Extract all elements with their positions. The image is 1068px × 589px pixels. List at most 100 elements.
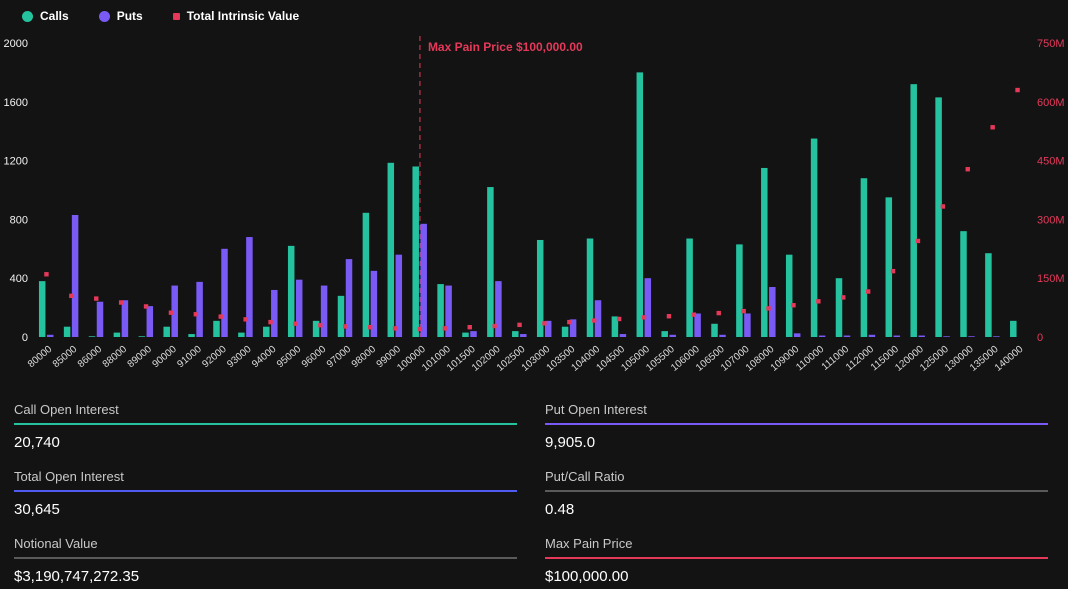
- put-bar[interactable]: [918, 336, 925, 337]
- put-bar[interactable]: [669, 335, 676, 337]
- put-bar[interactable]: [894, 336, 901, 337]
- call-bar[interactable]: [188, 334, 195, 337]
- call-bar[interactable]: [163, 327, 170, 337]
- legend-item-total-intrinsic-value[interactable]: Total Intrinsic Value: [173, 9, 299, 23]
- call-bar[interactable]: [512, 331, 519, 337]
- call-bar[interactable]: [462, 333, 469, 337]
- put-bar[interactable]: [122, 300, 128, 337]
- call-bar[interactable]: [985, 253, 992, 337]
- call-bar[interactable]: [39, 281, 46, 337]
- total-intrinsic-value-marker[interactable]: [517, 323, 521, 327]
- total-intrinsic-value-marker[interactable]: [69, 294, 73, 298]
- legend-item-puts[interactable]: Puts: [99, 9, 143, 23]
- put-bar[interactable]: [794, 333, 801, 337]
- total-intrinsic-value-marker[interactable]: [741, 309, 745, 313]
- total-intrinsic-value-marker[interactable]: [268, 320, 272, 324]
- put-bar[interactable]: [296, 280, 303, 337]
- call-bar[interactable]: [263, 327, 270, 337]
- total-intrinsic-value-marker[interactable]: [144, 304, 148, 308]
- total-intrinsic-value-marker[interactable]: [717, 311, 721, 315]
- call-bar[interactable]: [487, 187, 494, 337]
- put-bar[interactable]: [321, 286, 328, 337]
- call-bar[interactable]: [637, 72, 644, 337]
- put-bar[interactable]: [869, 335, 876, 337]
- put-bar[interactable]: [744, 313, 751, 337]
- total-intrinsic-value-marker[interactable]: [194, 312, 198, 316]
- total-intrinsic-value-marker[interactable]: [766, 306, 770, 310]
- put-bar[interactable]: [520, 334, 527, 337]
- call-bar[interactable]: [886, 197, 893, 337]
- total-intrinsic-value-marker[interactable]: [343, 324, 347, 328]
- total-intrinsic-value-marker[interactable]: [667, 314, 671, 318]
- call-bar[interactable]: [114, 333, 121, 337]
- call-bar[interactable]: [338, 296, 345, 337]
- put-bar[interactable]: [495, 281, 502, 337]
- total-intrinsic-value-marker[interactable]: [642, 315, 646, 319]
- call-bar[interactable]: [363, 213, 370, 337]
- call-bar[interactable]: [412, 166, 419, 337]
- total-intrinsic-value-marker[interactable]: [692, 312, 696, 316]
- call-bar[interactable]: [811, 139, 818, 337]
- options-oi-chart[interactable]: 04008001200160020000150M300M450M600M750M…: [0, 0, 1068, 388]
- total-intrinsic-value-marker[interactable]: [368, 325, 372, 329]
- total-intrinsic-value-marker[interactable]: [492, 324, 496, 328]
- total-intrinsic-value-marker[interactable]: [916, 239, 920, 243]
- call-bar[interactable]: [213, 321, 220, 337]
- put-bar[interactable]: [420, 224, 427, 337]
- put-bar[interactable]: [271, 290, 278, 337]
- put-bar[interactable]: [221, 249, 228, 337]
- total-intrinsic-value-marker[interactable]: [119, 300, 123, 304]
- total-intrinsic-value-marker[interactable]: [966, 167, 970, 171]
- call-bar[interactable]: [910, 84, 917, 337]
- call-bar[interactable]: [1010, 321, 1017, 337]
- put-bar[interactable]: [769, 287, 776, 337]
- total-intrinsic-value-marker[interactable]: [443, 326, 447, 330]
- call-bar[interactable]: [562, 327, 569, 337]
- total-intrinsic-value-marker[interactable]: [841, 295, 845, 299]
- total-intrinsic-value-marker[interactable]: [318, 323, 322, 327]
- total-intrinsic-value-marker[interactable]: [891, 269, 895, 273]
- put-bar[interactable]: [719, 335, 726, 337]
- call-bar[interactable]: [935, 97, 942, 337]
- total-intrinsic-value-marker[interactable]: [990, 125, 994, 129]
- call-bar[interactable]: [836, 278, 843, 337]
- put-bar[interactable]: [246, 237, 253, 337]
- total-intrinsic-value-marker[interactable]: [866, 289, 870, 293]
- total-intrinsic-value-marker[interactable]: [567, 320, 571, 324]
- total-intrinsic-value-marker[interactable]: [542, 321, 546, 325]
- call-bar[interactable]: [139, 336, 146, 337]
- put-bar[interactable]: [72, 215, 79, 337]
- put-bar[interactable]: [968, 336, 975, 337]
- put-bar[interactable]: [97, 302, 104, 337]
- call-bar[interactable]: [736, 244, 743, 337]
- call-bar[interactable]: [64, 327, 71, 337]
- total-intrinsic-value-marker[interactable]: [94, 296, 98, 300]
- call-bar[interactable]: [686, 239, 693, 337]
- call-bar[interactable]: [711, 324, 718, 337]
- call-bar[interactable]: [786, 255, 793, 337]
- call-bar[interactable]: [661, 331, 668, 337]
- put-bar[interactable]: [844, 336, 851, 337]
- put-bar[interactable]: [470, 331, 477, 337]
- put-bar[interactable]: [396, 255, 403, 337]
- put-bar[interactable]: [645, 278, 652, 337]
- put-bar[interactable]: [620, 334, 627, 337]
- put-bar[interactable]: [943, 336, 950, 337]
- total-intrinsic-value-marker[interactable]: [816, 299, 820, 303]
- total-intrinsic-value-marker[interactable]: [1015, 88, 1019, 92]
- call-bar[interactable]: [960, 231, 967, 337]
- call-bar[interactable]: [89, 336, 96, 337]
- call-bar[interactable]: [861, 178, 868, 337]
- put-bar[interactable]: [47, 335, 54, 337]
- put-bar[interactable]: [196, 282, 203, 337]
- total-intrinsic-value-marker[interactable]: [393, 326, 397, 330]
- total-intrinsic-value-marker[interactable]: [468, 325, 472, 329]
- put-bar[interactable]: [993, 336, 1000, 337]
- put-bar[interactable]: [694, 313, 701, 337]
- total-intrinsic-value-marker[interactable]: [293, 321, 297, 325]
- call-bar[interactable]: [238, 333, 245, 337]
- total-intrinsic-value-marker[interactable]: [617, 317, 621, 321]
- total-intrinsic-value-marker[interactable]: [219, 314, 223, 318]
- put-bar[interactable]: [147, 306, 154, 337]
- call-bar[interactable]: [388, 163, 395, 337]
